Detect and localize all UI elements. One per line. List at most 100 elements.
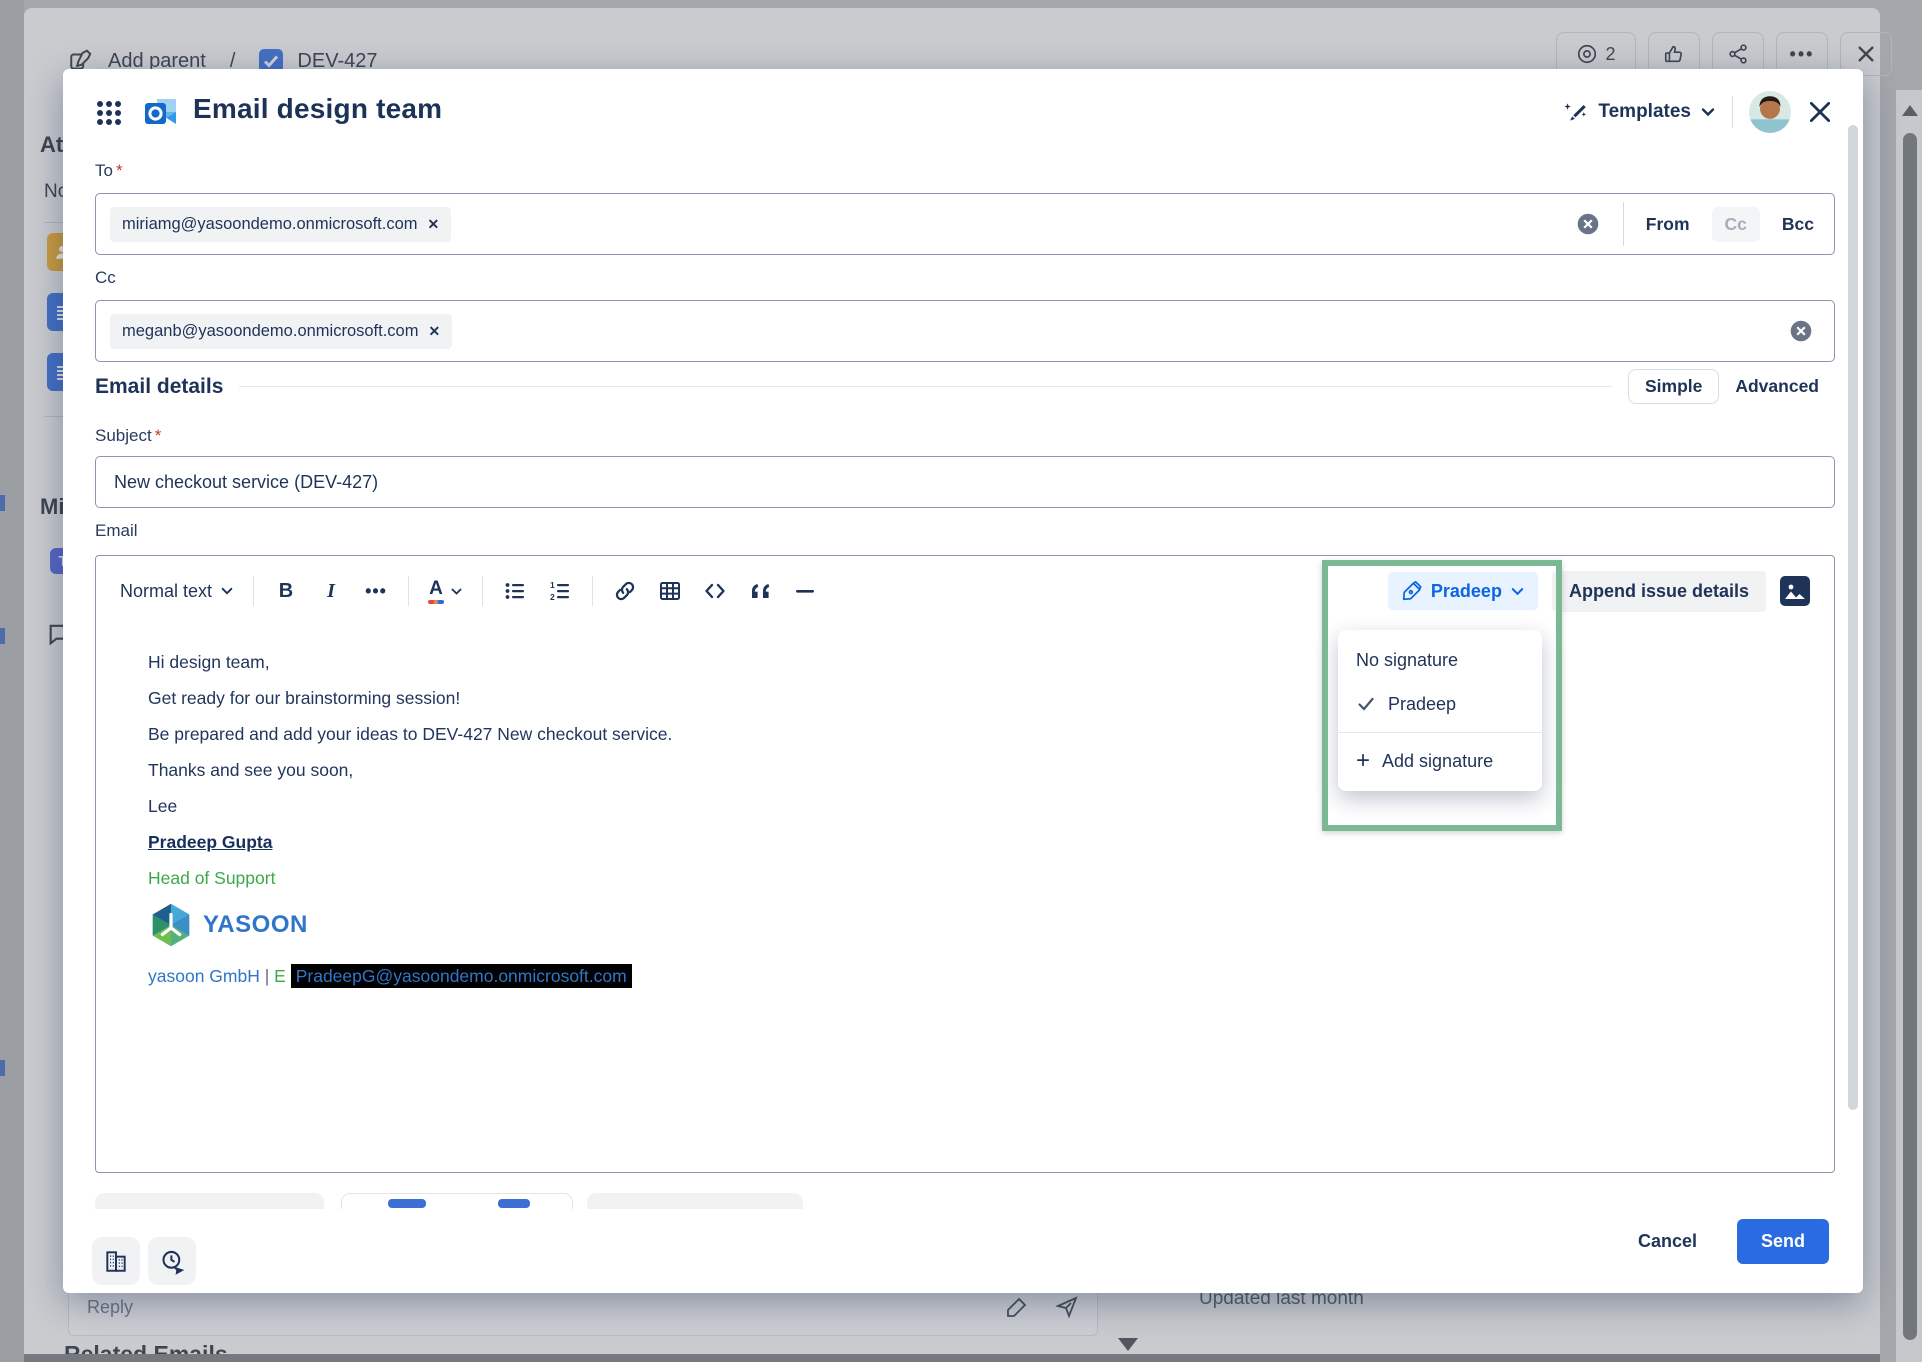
bcc-toggle-button[interactable]: Bcc <box>1782 214 1814 235</box>
signature-email-link[interactable]: PradeepG@yasoondemo.onmicrosoft.com <box>291 964 632 988</box>
check-icon <box>1356 694 1376 714</box>
chevron-down-icon <box>220 584 234 598</box>
email-prefix: E <box>274 966 286 986</box>
subject-value: New checkout service (DEV-427) <box>114 472 378 493</box>
templates-button[interactable]: Templates <box>1563 99 1716 125</box>
required-asterisk: * <box>155 426 162 445</box>
cc-recipient-chip[interactable]: meganb@yasoondemo.onmicrosoft.com ✕ <box>110 314 452 349</box>
scrollbar-up-arrow[interactable] <box>1902 105 1918 116</box>
signature-role-text: Head of Support <box>148 860 1782 896</box>
menu-item-no-signature[interactable]: No signature <box>1338 638 1542 682</box>
templates-label: Templates <box>1598 101 1691 123</box>
signature-dropdown-button[interactable]: Pradeep <box>1388 572 1538 610</box>
jira-left-rail <box>0 0 24 1362</box>
italic-button[interactable]: I <box>318 576 344 606</box>
to-input[interactable]: miriamg@yasoondemo.onmicrosoft.com ✕ Fro… <box>95 193 1835 255</box>
email-body-content[interactable]: Hi design team, Get ready for our brains… <box>96 618 1834 1020</box>
reply-placeholder: Reply <box>87 1297 133 1318</box>
screen: Add parent / DEV-427 2 ••• <box>0 0 1922 1362</box>
body-signoff: Lee <box>148 788 1782 824</box>
subject-input[interactable]: New checkout service (DEV-427) <box>95 456 1835 508</box>
clear-to-field-icon[interactable] <box>1575 211 1601 237</box>
email-details-heading: Email details <box>95 375 223 399</box>
cc-input[interactable]: meganb@yasoondemo.onmicrosoft.com ✕ <box>95 300 1835 362</box>
text-style-dropdown[interactable]: Normal text <box>120 576 234 606</box>
app-grid-icon[interactable] <box>95 99 123 127</box>
advanced-tab[interactable]: Advanced <box>1735 376 1819 397</box>
page-scrollbar-thumb[interactable] <box>1903 133 1917 1340</box>
yasoon-hexagon-icon <box>148 902 194 948</box>
from-toggle-button[interactable]: From <box>1646 214 1690 235</box>
text-color-button[interactable]: A <box>428 576 463 606</box>
edit-icon[interactable] <box>1005 1295 1029 1319</box>
more-formatting-button[interactable]: ••• <box>363 576 389 606</box>
recipient-email: meganb@yasoondemo.onmicrosoft.com <box>122 322 418 341</box>
close-modal-icon[interactable] <box>1807 99 1833 125</box>
horizontal-rule-button[interactable] <box>792 576 818 606</box>
attachments-heading-partial: At <box>40 132 63 158</box>
menu-item-label: Pradeep <box>1388 694 1456 715</box>
divider <box>1732 96 1733 128</box>
hidden-card <box>587 1193 803 1209</box>
hidden-chip <box>498 1199 530 1208</box>
simple-tab[interactable]: Simple <box>1628 369 1719 404</box>
hidden-card <box>341 1193 573 1209</box>
code-button[interactable] <box>702 576 728 606</box>
signature-name: Pradeep <box>1431 581 1502 602</box>
modal-title: Email design team <box>193 93 442 125</box>
menu-item-pradeep[interactable]: Pradeep <box>1338 682 1542 726</box>
send-button[interactable]: Send <box>1737 1219 1829 1264</box>
menu-item-label: Add signature <box>1382 751 1493 772</box>
table-button[interactable] <box>657 576 683 606</box>
text-style-label: Normal text <box>120 581 212 602</box>
pen-nib-icon <box>1401 580 1423 602</box>
chevron-down-icon <box>1510 584 1525 599</box>
hidden-chip <box>388 1199 426 1208</box>
numbered-list-button[interactable]: 12 <box>547 576 573 606</box>
bullet-list-button[interactable] <box>502 576 528 606</box>
cancel-button[interactable]: Cancel <box>1638 1231 1697 1252</box>
bottom-panel-edge <box>24 1354 1880 1362</box>
subject-label: Subject* <box>95 426 161 446</box>
cc-toggle-button[interactable]: Cc <box>1712 207 1760 242</box>
modal-scrollbar-thumb[interactable] <box>1848 125 1858 1110</box>
hidden-card <box>95 1193 324 1209</box>
microsoft-heading-partial: Mi <box>40 494 64 520</box>
link-button[interactable] <box>612 576 638 606</box>
email-editor: Normal text B I ••• A 12 <box>95 555 1835 1173</box>
email-compose-modal: Email design team Templates To* miriamg@… <box>63 69 1863 1293</box>
schedule-send-button[interactable] <box>148 1237 196 1285</box>
clear-cc-field-icon[interactable] <box>1788 318 1814 344</box>
to-recipient-chip[interactable]: miriamg@yasoondemo.onmicrosoft.com ✕ <box>110 207 451 242</box>
outlook-icon <box>143 95 179 131</box>
insert-image-button[interactable] <box>1780 576 1810 606</box>
menu-divider <box>1338 732 1542 733</box>
bold-button[interactable]: B <box>273 576 299 606</box>
email-body-label: Email <box>95 521 138 541</box>
send-reply-icon[interactable] <box>1055 1295 1079 1319</box>
divider <box>253 576 254 606</box>
company-link[interactable]: yasoon GmbH <box>148 966 260 986</box>
append-issue-details-button[interactable]: Append issue details <box>1552 571 1766 612</box>
signature-dropdown-menu: No signature Pradeep + Add signature <box>1338 630 1542 791</box>
yasoon-logo: YASOON <box>148 902 1782 948</box>
divider <box>1623 202 1624 246</box>
cc-label: Cc <box>95 268 116 288</box>
divider <box>408 576 409 606</box>
svg-text:2: 2 <box>550 592 555 602</box>
recipient-email: miriamg@yasoondemo.onmicrosoft.com <box>122 215 418 234</box>
collapse-triangle-icon[interactable] <box>1118 1338 1138 1351</box>
plus-icon: + <box>1356 751 1370 771</box>
remove-recipient-icon[interactable]: ✕ <box>428 216 440 233</box>
quote-button[interactable] <box>747 576 773 606</box>
remove-recipient-icon[interactable]: ✕ <box>428 323 440 340</box>
watchers-count: 2 <box>1605 44 1615 65</box>
company-details-button[interactable] <box>92 1237 140 1285</box>
user-avatar[interactable] <box>1749 91 1791 133</box>
divider <box>482 576 483 606</box>
required-asterisk: * <box>116 161 123 180</box>
divider <box>592 576 593 606</box>
menu-item-add-signature[interactable]: + Add signature <box>1338 739 1542 783</box>
magic-pen-icon <box>1563 99 1589 125</box>
signature-name-text: Pradeep Gupta <box>148 824 1782 860</box>
